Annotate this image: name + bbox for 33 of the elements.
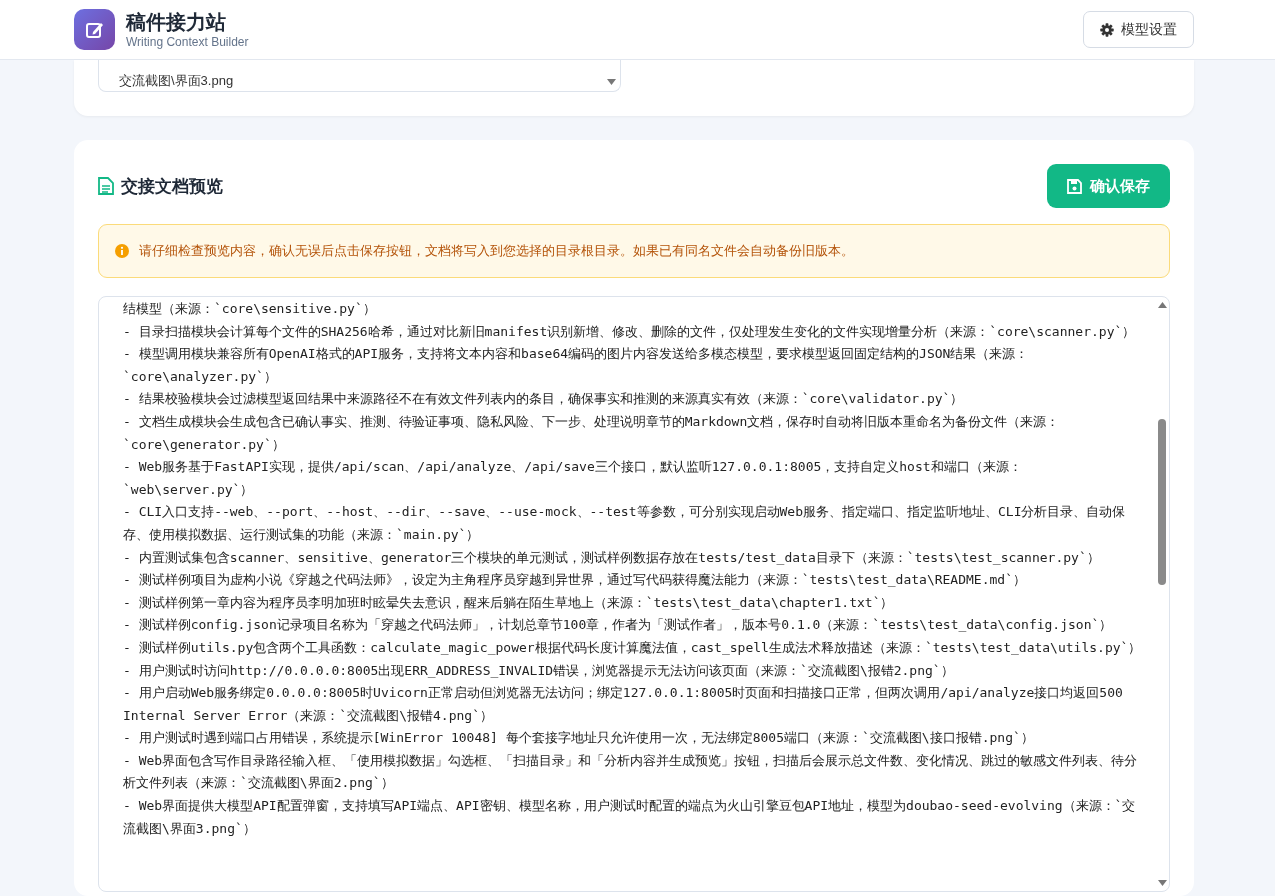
app-subtitle: Writing Context Builder <box>126 33 249 50</box>
scroll-down-arrow-icon[interactable] <box>1157 880 1167 886</box>
preview-line: - 用户启动Web服务绑定0.0.0.0:8005时Uvicorn正常启动但浏览器无法访问；绑定127.0.0.1:8005时页面和扫描接口正常，但两次调用/api/analyze接口均返回500 Internal Server Error（来源：`交流截图\报错4.png`） <box>123 684 1124 725</box>
preview-line: 结模型（来源：`core\sensitive.py`） <box>123 300 377 318</box>
preview-line: - 内置测试集包含scanner、sensitive、generator三个模块的单元测试，测试样例数据存放在tests/test_data目录下（来源：`tests\test_scanner.py`） <box>123 548 1101 567</box>
info-icon <box>115 244 129 258</box>
preview-line: - 用户测试时遇到端口占用错误，系统提示[WinError 10048] 每个套接字地址只允许使用一次，无法绑定8005端口（来源：`交流截图\接口报错.png`） <box>123 729 1035 748</box>
preview-line: - Web界面包含写作目录路径输入框、「使用模拟数据」勾选框、「扫描目录」和「分析内容并生成预览」按钮，扫描后会展示总文件数、变化情况、跳过的敏感文件列表、待分析文件列表（来源：`交流截图\界面2.png`） <box>123 751 1139 793</box>
preview-line: - Web界面提供大模型API配置弹窗，支持填写API端点、API密钥、模型名称，用户测试时配置的端点为火山引擎豆包API地址，模型为doubao-seed-evolving（来源：`交流截图\界面3.png`） <box>123 797 1137 838</box>
model-settings-button[interactable]: 模型设置 <box>1083 11 1194 48</box>
app-title: 稿件接力站 <box>126 9 227 34</box>
document-icon <box>98 177 114 195</box>
preview-line: - 目录扫描模块会计算每个文件的SHA256哈希，通过对比新旧manifest识别新增、修改、删除的文件，仅处理发生变化的文件实现增量分析（来源：`core\scanner.py`） <box>123 322 1137 341</box>
preview-line: - CLI入口支持--web、--port、--host、--dir、--save、--use-mock、--test等参数，可分别实现启动Web服务、指定端口、指定监听地址、CLI分析目录、自动保存、使用模拟数据、运行测试集的功能（来源：`main.py`） <box>123 503 1127 544</box>
notice-text: 请仔细检查预览内容，确认无误后点击保存按钮，文档将写入到您选择的目录根目录。如果已有同名文件会自动备份旧版本。 <box>139 242 854 260</box>
preview-line: - 测试样例项目为虚构小说《穿越之代码法师》，设定为主角程序员穿越到异世界，通过写代码获得魔法能力（来源：`tests\test_data\README.md`） <box>123 571 1027 590</box>
preview-line: - 模型调用模块兼容所有OpenAI格式的API服务，支持将文本内容和base64编码的图片内容发送给多模态模型，要求模型返回固定结构的JSON结果（来源：`core\analyzer.py`） <box>123 345 1030 386</box>
preview-line: - 文档生成模块会生成包含已确认事实、推测、待验证事项、隐私风险、下一步、处理说明章节的Markdown文档，保存时自动将旧版本重命名为备份文件（来源：`core\generator.py`） <box>123 412 1061 454</box>
preview-textarea[interactable] <box>98 296 1170 892</box>
preview-line: - 结果校验模块会过滤模型返回结果中来源路径不在有效文件列表内的条目，确保事实和推测的来源真实有效（来源：`core\validator.py`） <box>123 390 965 409</box>
preview-line: - 测试样例utils.py包含两个工具函数：calculate_magic_power根据代码长度计算魔法值，cast_spell生成法术释放描述（来源：`tests\test_data\utils.py`） <box>123 638 1143 657</box>
preview-line: - Web服务基于FastAPI实现，提供/api/scan、/api/analyze、/api/save三个接口，默认监听127.0.0.1:8005，支持自定义host和端口（来源：`web\server.py`） <box>123 458 1023 499</box>
save-icon <box>1067 178 1082 194</box>
section-title: 交接文档预览 <box>121 175 223 198</box>
scroll-down-arrow-icon[interactable] <box>607 79 616 85</box>
app-logo-icon <box>74 9 115 50</box>
scrollbar-thumb[interactable] <box>1158 419 1166 585</box>
preview-line: - 测试样例第一章内容为程序员李明加班时眩晕失去意识，醒来后躺在陌生草地上（来源：`tests\test_data\chapter1.txt`） <box>123 593 895 612</box>
preview-line: - 用户测试时访问http://0.0.0.0:8005出现ERR_ADDRESS_INVALID错误，浏览器提示无法访问该页面（来源：`交流截图\报错2.png`） <box>123 661 955 680</box>
file-list-item[interactable]: 交流截图\界面3.png <box>99 72 234 91</box>
settings-icon <box>1100 22 1114 37</box>
scroll-up-arrow-icon[interactable] <box>1157 302 1167 308</box>
preview-line: - 测试样例config.json记录项目名称为「穿越之代码法师」，计划总章节100章，作者为「测试作者」，版本号0.1.0（来源：`tests\test_data\config.json`） <box>123 616 1114 635</box>
